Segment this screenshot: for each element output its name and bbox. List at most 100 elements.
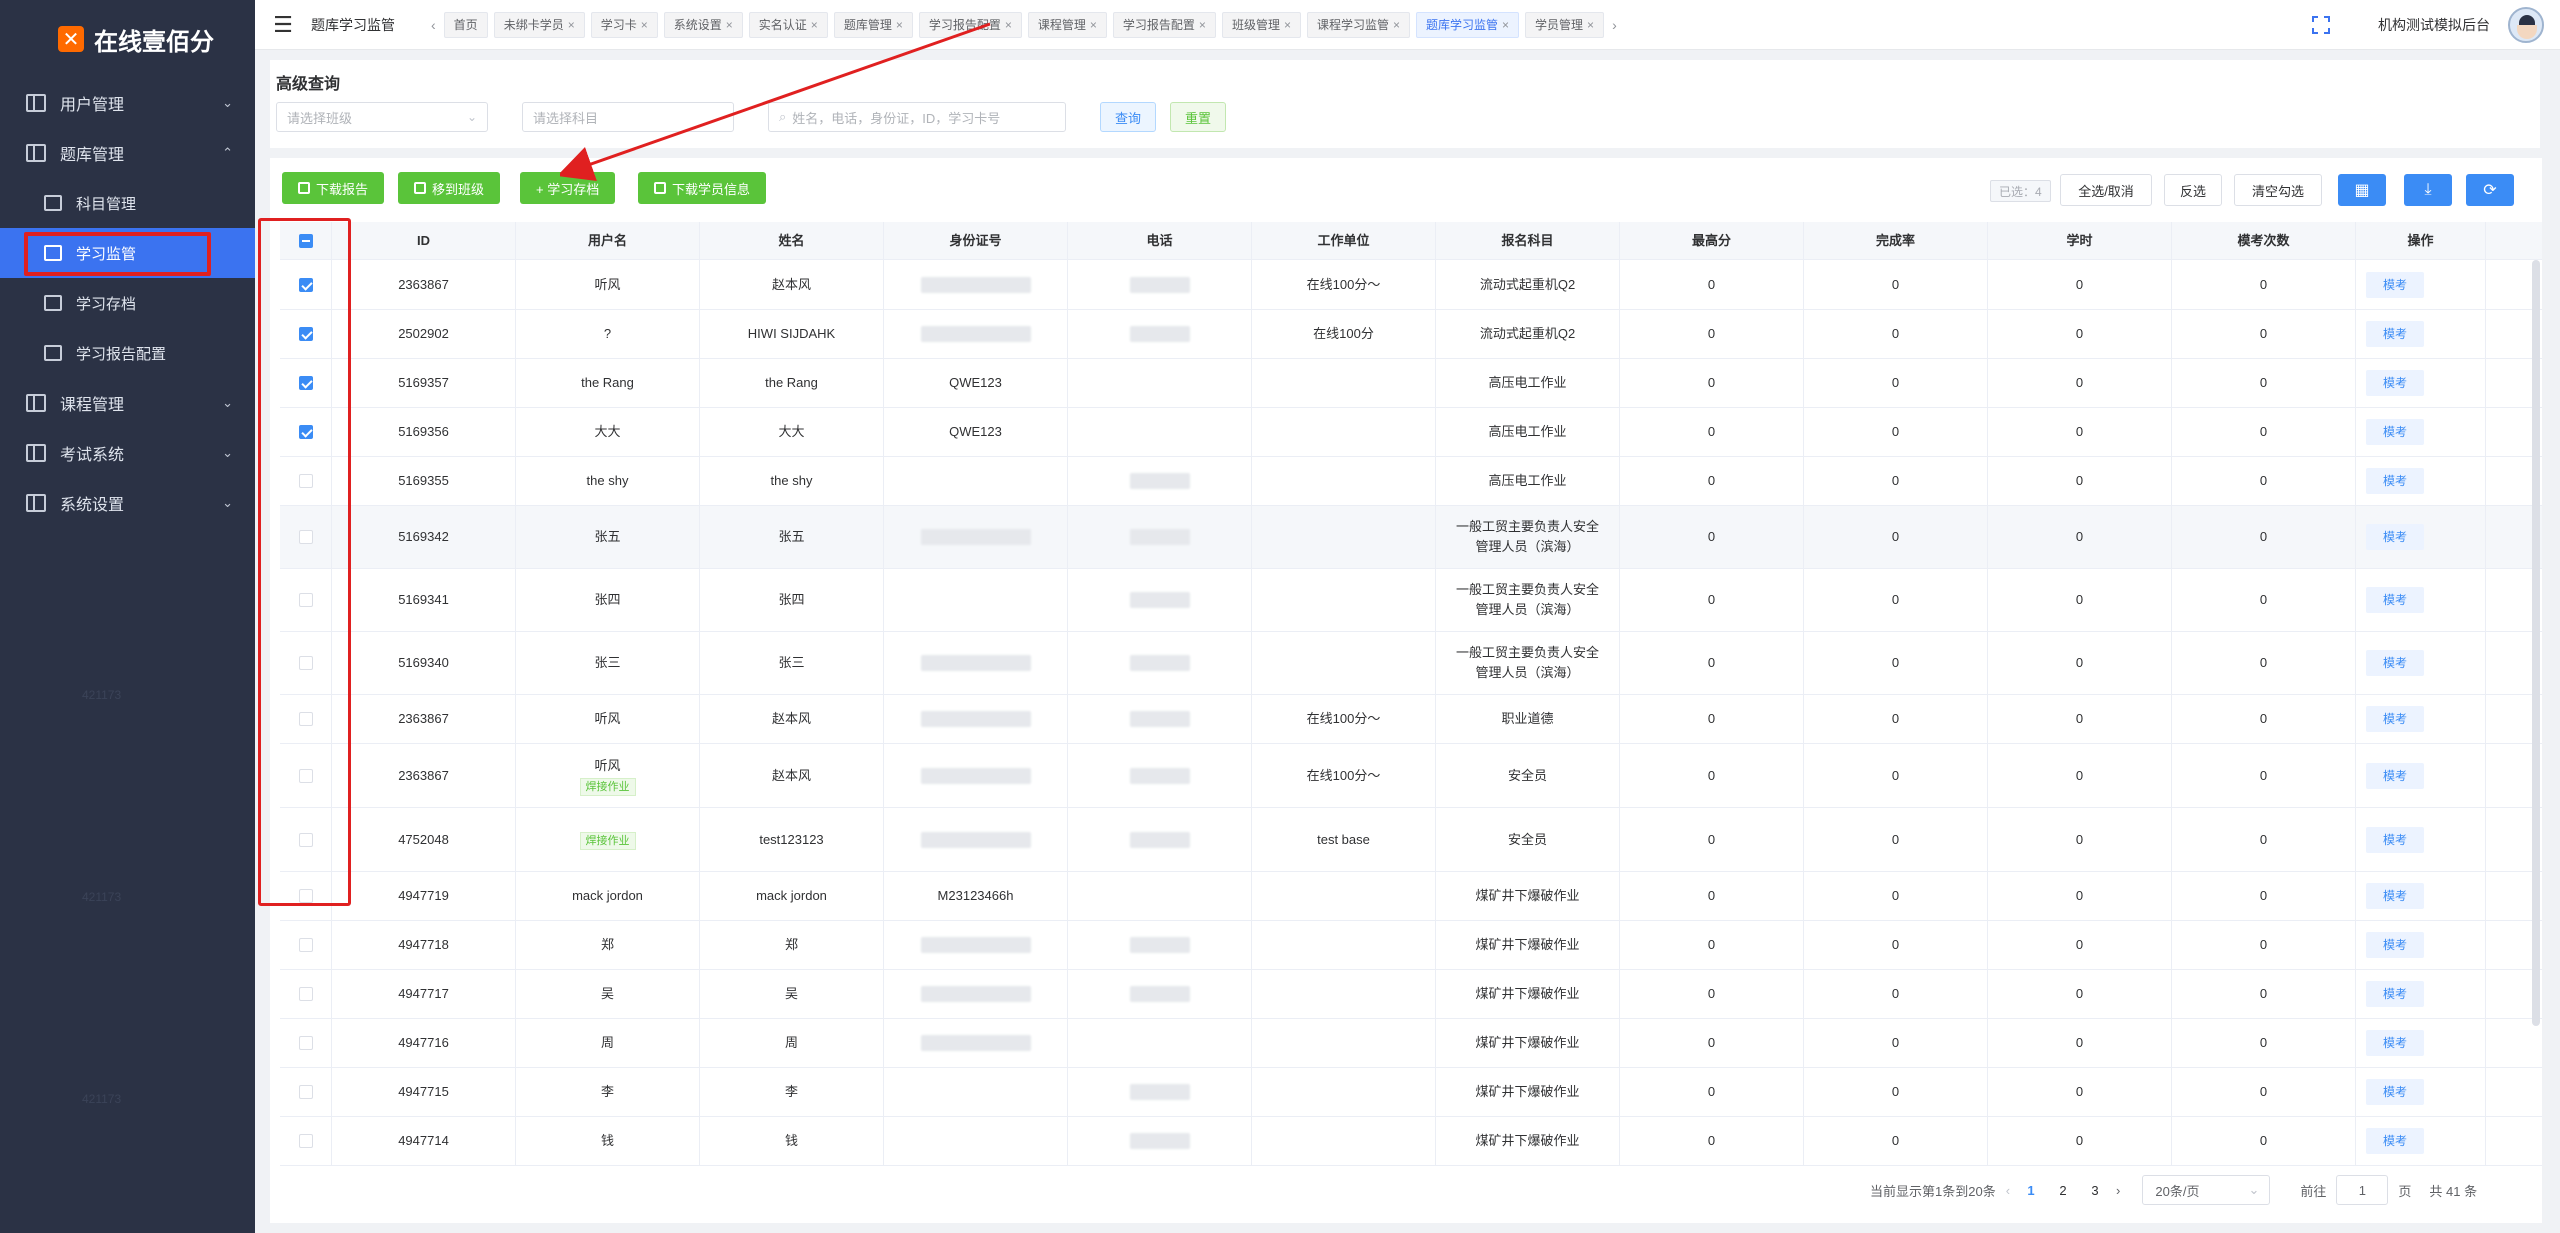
tabs-scroll-right-icon[interactable]: ›	[1612, 17, 1617, 33]
menu-course-management[interactable]: 课程管理 ⌄	[0, 378, 255, 428]
row-checkbox[interactable]	[298, 656, 313, 670]
table-row[interactable]: 2502902? HIWI SIJDAHK 在线100分 流动式起重机Q2 0 0 0 0 模考	[280, 310, 2542, 359]
table-scrollbar[interactable]	[2532, 260, 2540, 1026]
grid-view-icon[interactable]: ▦	[2338, 174, 2386, 206]
tab-item[interactable]: 题库学习监管 ×	[1416, 11, 1520, 38]
submenu-study-supervision[interactable]: 学习监管	[0, 228, 255, 278]
close-icon[interactable]: ×	[1005, 18, 1012, 32]
tab-item[interactable]: 未绑卡学员 ×	[493, 11, 585, 38]
mock-exam-button[interactable]: 模考	[2366, 370, 2424, 396]
row-checkbox[interactable]	[298, 889, 313, 903]
table-row[interactable]: 4947714 钱 钱 煤矿井下爆破作业 0 0 0 0 模考	[280, 1117, 2542, 1166]
row-checkbox[interactable]	[298, 938, 313, 952]
close-icon[interactable]: ×	[1199, 18, 1206, 32]
mock-exam-button[interactable]: 模考	[2366, 468, 2424, 494]
prev-page-icon[interactable]: ‹	[2006, 1183, 2010, 1198]
page-3[interactable]: 3	[2084, 1183, 2106, 1198]
table-row[interactable]: 5169355 the shy the shy 高压电工作业 0 0 0 0 模考	[280, 457, 2542, 506]
mock-exam-button[interactable]: 模考	[2366, 587, 2424, 613]
mock-exam-button[interactable]: 模考	[2366, 524, 2424, 550]
study-archive-button[interactable]: + 学习存档	[520, 172, 616, 204]
row-checkbox[interactable]	[298, 1134, 313, 1148]
select-all-button[interactable]: 全选/取消	[2060, 174, 2152, 206]
menu-question-bank[interactable]: 题库管理 ⌃	[0, 128, 255, 178]
refresh-icon[interactable]: ⟳	[2466, 174, 2514, 206]
fullscreen-icon[interactable]	[2312, 16, 2330, 34]
menu-toggle-icon[interactable]: ☰	[255, 12, 311, 38]
table-row[interactable]: 5169340 张三 张三 一般工贸主要负责人安全管理人员（滨海） 0 0 0 0 模考	[280, 632, 2542, 695]
tab-item[interactable]: 首页	[443, 11, 488, 38]
page-2[interactable]: 2	[2052, 1183, 2074, 1198]
mock-exam-button[interactable]: 模考	[2366, 1079, 2424, 1105]
tab-item[interactable]: 课程管理 ×	[1027, 11, 1107, 38]
menu-system-settings[interactable]: 系统设置 ⌄	[0, 478, 255, 528]
table-row[interactable]: 5169342 张五 张五 一般工贸主要负责人安全管理人员（滨海） 0 0 0 0 模考	[280, 506, 2542, 569]
table-row[interactable]: 4947715 李 李 煤矿井下爆破作业 0 0 0 0 模考	[280, 1068, 2542, 1117]
table-row[interactable]: 5169341 张四 张四 一般工贸主要负责人安全管理人员（滨海） 0 0 0 0 模考	[280, 569, 2542, 632]
mock-exam-button[interactable]: 模考	[2366, 981, 2424, 1007]
close-icon[interactable]: ×	[896, 18, 903, 32]
mock-exam-button[interactable]: 模考	[2366, 883, 2424, 909]
table-row[interactable]: 2363867 听风 焊接作业 赵本风 在线100分～ 安全员 0 0 0 0 模考	[280, 744, 2542, 808]
tabs-scroll-left-icon[interactable]: ‹	[431, 17, 436, 33]
close-icon[interactable]: ×	[1284, 18, 1291, 32]
row-checkbox[interactable]	[298, 768, 313, 783]
tab-item[interactable]: 实名认证 ×	[748, 11, 828, 38]
mock-exam-button[interactable]: 模考	[2366, 271, 2424, 298]
keyword-search-input[interactable]: ⌕ 姓名，电话，身份证，ID，学习卡号	[768, 102, 1066, 132]
row-checkbox[interactable]	[298, 1085, 313, 1099]
close-icon[interactable]: ×	[1502, 18, 1509, 32]
menu-exam-system[interactable]: 考试系统 ⌄	[0, 428, 255, 478]
mock-exam-button[interactable]: 模考	[2366, 1030, 2424, 1056]
row-checkbox[interactable]	[298, 277, 313, 292]
tab-item[interactable]: 学习报告配置 ×	[918, 11, 1022, 38]
close-icon[interactable]: ×	[568, 18, 575, 32]
table-row[interactable]: 2363867 听风 赵本风 在线100分～ 流动式起重机Q2 0 0 0 0 模考	[280, 260, 2542, 310]
mock-exam-button[interactable]: 模考	[2366, 650, 2424, 676]
table-row[interactable]: 5169357 the Rang the Rang QWE123 高压电工作业 0 0 0 0 模…	[280, 359, 2542, 408]
subject-select[interactable]: 请选择科目	[522, 102, 734, 132]
row-checkbox[interactable]	[298, 987, 313, 1001]
clear-selection-button[interactable]: 清空勾选	[2234, 174, 2322, 206]
goto-page-input[interactable]: 1	[2336, 1175, 2389, 1205]
menu-user-management[interactable]: 用户管理 ⌄	[0, 78, 255, 128]
page-1[interactable]: 1	[2020, 1183, 2042, 1198]
move-to-class-button[interactable]: 移到班级	[398, 172, 501, 204]
close-icon[interactable]: ×	[726, 18, 733, 32]
avatar[interactable]	[2508, 7, 2544, 43]
row-checkbox[interactable]	[298, 593, 313, 607]
row-checkbox[interactable]	[298, 712, 313, 726]
table-row[interactable]: 4947717 吴 吴 煤矿井下爆破作业 0 0 0 0 模考	[280, 970, 2542, 1019]
org-name[interactable]: 机构测试模拟后台	[2378, 15, 2490, 35]
tab-item[interactable]: 班级管理 ×	[1221, 11, 1301, 38]
table-row[interactable]: 4947719 mack jordon mack jordon M23123466h 煤…	[280, 872, 2542, 921]
row-checkbox[interactable]	[298, 376, 313, 390]
row-checkbox[interactable]	[298, 474, 313, 488]
row-checkbox[interactable]	[298, 1036, 313, 1050]
submenu-study-archive[interactable]: 学习存档	[0, 278, 255, 328]
tab-item[interactable]: 学习卡 ×	[590, 11, 658, 38]
submenu-report-config[interactable]: 学习报告配置	[0, 328, 255, 378]
mock-exam-button[interactable]: 模考	[2366, 1128, 2424, 1154]
tab-item[interactable]: 课程学习监管 ×	[1306, 11, 1410, 38]
close-icon[interactable]: ×	[1587, 18, 1594, 32]
export-download-icon[interactable]: ⤓	[2404, 174, 2452, 206]
submenu-subject-management[interactable]: 科目管理	[0, 178, 255, 228]
page-size-select[interactable]: 20条/页 ⌄	[2142, 1175, 2271, 1205]
tab-item[interactable]: 学员管理 ×	[1525, 11, 1605, 38]
row-checkbox[interactable]	[298, 425, 313, 439]
next-page-icon[interactable]: ›	[2116, 1183, 2120, 1198]
mock-exam-button[interactable]: 模考	[2366, 826, 2424, 853]
mock-exam-button[interactable]: 模考	[2366, 321, 2424, 347]
table-row[interactable]: 4752048 焊接作业 test123123 test base 安全员 0 0 0 0 模考	[280, 808, 2542, 872]
query-button[interactable]: 查询	[1100, 102, 1157, 132]
row-checkbox[interactable]	[298, 327, 313, 341]
mock-exam-button[interactable]: 模考	[2366, 419, 2424, 445]
close-icon[interactable]: ×	[811, 18, 818, 32]
reset-button[interactable]: 重置	[1170, 102, 1227, 132]
table-row[interactable]: 2363867 听风 赵本风 在线100分～ 职业道德 0 0 0 0 模考	[280, 695, 2542, 744]
mock-exam-button[interactable]: 模考	[2366, 762, 2424, 789]
close-icon[interactable]: ×	[1393, 18, 1400, 32]
table-row[interactable]: 4947716 周 周 煤矿井下爆破作业 0 0 0 0 模考	[280, 1019, 2542, 1068]
download-report-button[interactable]: 下载报告	[282, 172, 385, 204]
